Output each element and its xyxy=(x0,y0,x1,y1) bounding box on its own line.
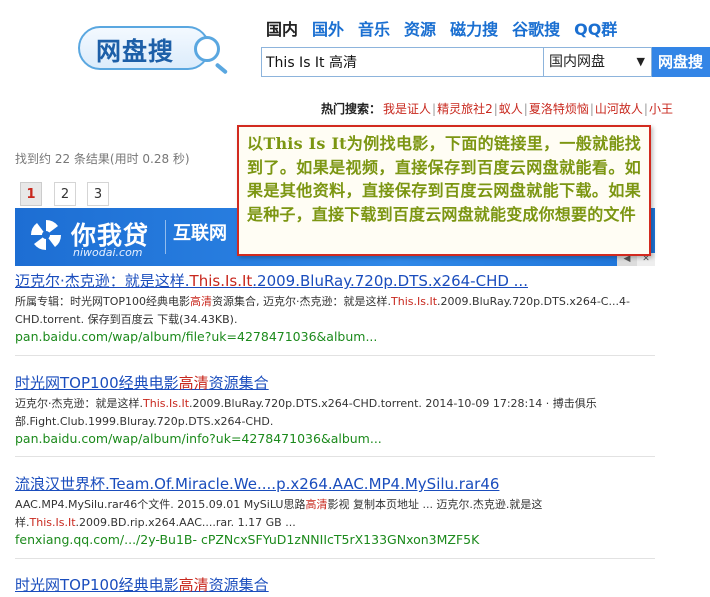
hot-item[interactable]: 小王 xyxy=(649,102,673,116)
snippet-highlight: This.Is.It xyxy=(391,295,438,308)
nav-music[interactable]: 音乐 xyxy=(358,16,390,40)
top-nav: 国内 国外 音乐 资源 磁力搜 谷歌搜 QQ群 xyxy=(266,16,631,40)
title-highlight: 高清 xyxy=(178,374,209,392)
title-text: 时光网TOP100经典电影 xyxy=(15,374,179,392)
nav-resources[interactable]: 资源 xyxy=(404,16,436,40)
snippet-text: 资源集合, 迈克尔·杰克逊：就是这样. xyxy=(212,295,392,308)
result-snippet: 所属专辑：时光网TOP100经典电影高清资源集合, 迈克尔·杰克逊：就是这样.T… xyxy=(15,293,665,329)
search-scope-value: 国内网盘 xyxy=(549,54,605,70)
hot-item[interactable]: 山河故人 xyxy=(595,102,643,116)
dropdown-arrow-icon: ▼ xyxy=(636,55,645,68)
snippet-text: 迈克尔·杰克逊：就是这样. xyxy=(15,397,143,410)
result-count: 找到约 22 条结果(用时 0.28 秒) xyxy=(15,152,190,166)
hot-item[interactable]: 精灵旅社2 xyxy=(437,102,493,116)
search-result: 时光网TOP100经典电影高清资源集合 迈克尔·杰克逊：就是这样.This.Is… xyxy=(15,372,665,446)
result-url[interactable]: pan.baidu.com/wap/album/info?uk=42784710… xyxy=(15,431,665,446)
result-divider xyxy=(15,558,655,559)
ad-tagline: 互联网 xyxy=(173,223,227,244)
magnifier-handle xyxy=(214,62,229,75)
result-divider xyxy=(15,456,655,457)
page-button-3[interactable]: 3 xyxy=(87,182,109,206)
title-highlight: This.Is.It xyxy=(189,272,253,290)
title-text: .2009.BluRay.720p.DTS.x264-CHD ... xyxy=(252,272,528,290)
hot-item[interactable]: 蚁人 xyxy=(499,102,523,116)
search-result: 时光网TOP100经典电影高清资源集合 xyxy=(15,574,665,595)
result-snippet: AAC.MP4.MySilu.rar46个文件. 2015.09.01 MySi… xyxy=(15,496,665,532)
site-logo[interactable]: 网盘搜 xyxy=(78,26,236,76)
snippet-text: AAC.MP4.MySilu.rar46个文件. 2015.09.01 MySi… xyxy=(15,498,306,511)
search-scope-select[interactable]: 国内网盘 ▼ xyxy=(543,47,652,77)
search-result: 迈克尔·杰克逊：就是这样.This.Is.It.2009.BluRay.720p… xyxy=(15,270,665,344)
snippet-text: .2009.BD.rip.x264.AAC....rar. 1.17 GB ..… xyxy=(75,516,296,529)
nav-foreign[interactable]: 国外 xyxy=(312,16,344,40)
snippet-highlight: 高清 xyxy=(305,498,328,511)
title-highlight: 高清 xyxy=(178,576,209,594)
result-title-link[interactable]: 时光网TOP100经典电影高清资源集合 xyxy=(15,574,665,595)
pinwheel-logo-icon xyxy=(31,220,61,250)
divider: | xyxy=(523,102,528,116)
snippet-highlight: This.Is.It xyxy=(143,397,190,410)
search-button[interactable]: 网盘搜 xyxy=(652,47,710,77)
result-title-link[interactable]: 时光网TOP100经典电影高清资源集合 xyxy=(15,372,665,393)
hot-searches: 热门搜索： 我是证人|精灵旅社2|蚁人|夏洛特烦恼|山河故人|小王 xyxy=(321,100,673,117)
nav-domestic[interactable]: 国内 xyxy=(266,16,298,40)
magnifier-icon xyxy=(194,36,220,62)
hot-item[interactable]: 夏洛特烦恼 xyxy=(529,102,589,116)
hot-searches-label: 热门搜索： xyxy=(321,102,382,116)
divider: | xyxy=(643,102,648,116)
snippet-highlight: 高清 xyxy=(190,295,213,308)
snippet-text: 所属专辑：时光网TOP100经典电影 xyxy=(15,295,191,308)
snippet-highlight: This.Is.It xyxy=(29,516,76,529)
nav-google[interactable]: 谷歌搜 xyxy=(512,16,560,40)
page-button-2[interactable]: 2 xyxy=(54,182,76,206)
divider: | xyxy=(432,102,437,116)
result-url[interactable]: pan.baidu.com/wap/album/file?uk=42784710… xyxy=(15,329,665,344)
hot-item[interactable]: 我是证人 xyxy=(383,102,431,116)
logo-text: 网盘搜 xyxy=(96,37,175,66)
result-url[interactable]: fenxiang.qq.com/.../2y-Bu1B- cPZNcxSFYuD… xyxy=(15,532,665,547)
title-text: 时光网TOP100经典电影 xyxy=(15,576,179,594)
instruction-notice: 以This Is It为例找电影，下面的链接里，一般就能找到了。如果是视频，直接… xyxy=(237,125,651,256)
divider: | xyxy=(493,102,498,116)
title-text: 资源集合 xyxy=(208,576,269,594)
search-result: 流浪汉世界杯.Team.Of.Miracle.We....p.x264.AAC.… xyxy=(15,473,665,547)
ad-domain: niwodai.com xyxy=(73,246,143,259)
title-text: 资源集合 xyxy=(208,374,269,392)
search-bar: 国内网盘 ▼ 网盘搜 xyxy=(261,47,710,77)
ad-divider xyxy=(165,220,166,254)
page-button-1[interactable]: 1 xyxy=(20,182,42,206)
result-title-link[interactable]: 流浪汉世界杯.Team.Of.Miracle.We....p.x264.AAC.… xyxy=(15,473,665,494)
divider: | xyxy=(589,102,594,116)
result-title-link[interactable]: 迈克尔·杰克逊：就是这样.This.Is.It.2009.BluRay.720p… xyxy=(15,270,665,291)
nav-qq-group[interactable]: QQ群 xyxy=(574,16,617,40)
nav-magnet[interactable]: 磁力搜 xyxy=(450,16,498,40)
search-input[interactable] xyxy=(261,47,543,77)
title-text: 迈克尔·杰克逊：就是这样. xyxy=(15,272,190,290)
result-snippet: 迈克尔·杰克逊：就是这样.This.Is.It.2009.BluRay.720p… xyxy=(15,395,665,431)
result-divider xyxy=(15,355,655,356)
title-text: 流浪汉世界杯.Team.Of.Miracle.We....p.x264.AAC.… xyxy=(15,475,500,493)
